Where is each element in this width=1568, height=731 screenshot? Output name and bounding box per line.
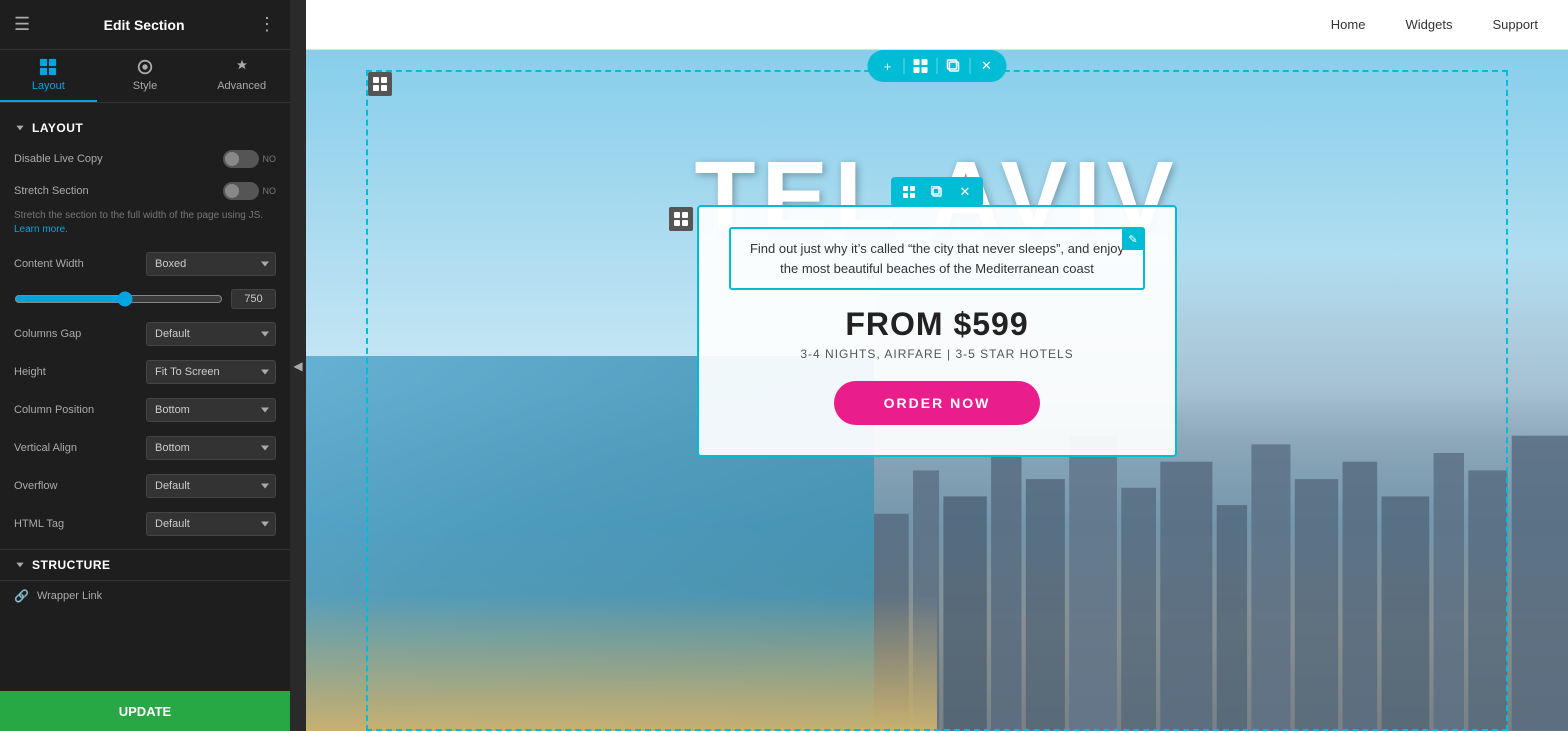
structure-section-header[interactable]: Structure: [0, 550, 290, 580]
layout-section-header[interactable]: Layout: [0, 113, 290, 143]
content-width-select[interactable]: Boxed Full Width: [146, 252, 276, 276]
structure-section: Structure: [0, 549, 290, 580]
disable-live-copy-label: Disable Live Copy: [14, 153, 215, 165]
columns-gap-select[interactable]: Default No Gap Narrow Extended: [146, 322, 276, 346]
tab-advanced[interactable]: Advanced: [193, 50, 290, 102]
grid-menu-icon[interactable]: ⋮: [258, 14, 276, 35]
panel-header: ☰ Edit Section ⋮: [0, 0, 290, 50]
html-tag-label: HTML Tag: [14, 518, 138, 530]
height-row: Height Fit To Screen Default Min Height …: [0, 353, 290, 391]
stretch-section-toggle[interactable]: [223, 182, 259, 200]
vertical-align-row: Vertical Align Bottom Top Middle: [0, 429, 290, 467]
vertical-align-label: Vertical Align: [14, 442, 138, 454]
canvas-wrapper: + ✕ TEL AVIV: [306, 50, 1568, 731]
html-tag-row: HTML Tag Default div section header foot…: [0, 505, 290, 543]
width-slider[interactable]: [14, 291, 223, 307]
disable-live-copy-control: NO: [223, 150, 277, 168]
overflow-row: Overflow Default Hidden: [0, 467, 290, 505]
content-width-select-wrap: Boxed Full Width: [146, 252, 276, 276]
inner-column-box: ✕ ✎ Find out just why it’s called “the c…: [697, 205, 1177, 457]
section-add-button[interactable]: +: [876, 54, 900, 78]
nav-home[interactable]: Home: [1331, 17, 1366, 32]
sub-text: 3-4 NIGHTS, AIRFARE | 3-5 STAR HOTELS: [729, 347, 1145, 361]
tab-advanced-label: Advanced: [217, 80, 266, 92]
section-position-icon[interactable]: [368, 72, 392, 96]
height-select-wrap: Fit To Screen Default Min Height Full Sc…: [146, 360, 276, 384]
stretch-hint: Stretch the section to the full width of…: [0, 207, 290, 245]
order-button[interactable]: ORDER NOW: [834, 381, 1041, 425]
content-width-label: Content Width: [14, 258, 138, 270]
width-slider-row: 750: [0, 283, 290, 315]
disable-live-copy-row: Disable Live Copy NO: [0, 143, 290, 175]
text-widget-edit-button[interactable]: ✎: [1122, 228, 1144, 250]
toolbar-divider-2: [937, 58, 938, 74]
wrapper-link-label: Wrapper Link: [37, 590, 276, 602]
column-position-icon[interactable]: [669, 207, 693, 231]
height-select[interactable]: Fit To Screen Default Min Height Full Sc…: [146, 360, 276, 384]
height-label: Height: [14, 366, 138, 378]
layout-section-label: Layout: [32, 121, 83, 135]
disable-live-copy-toggle[interactable]: [223, 150, 259, 168]
update-button[interactable]: UPDATE: [0, 691, 290, 731]
columns-gap-select-wrap: Default No Gap Narrow Extended: [146, 322, 276, 346]
column-position-label: Column Position: [14, 404, 138, 416]
column-close-button[interactable]: ✕: [953, 180, 977, 204]
column-toolbar: ✕: [891, 177, 983, 207]
html-tag-select[interactable]: Default div section header footer: [146, 512, 276, 536]
stretch-section-label: Stretch Section: [14, 185, 215, 197]
nav-support[interactable]: Support: [1492, 17, 1538, 32]
section-close-button[interactable]: ✕: [975, 54, 999, 78]
columns-gap-row: Columns Gap Default No Gap Narrow Extend…: [0, 315, 290, 353]
stretch-section-toggle-label: NO: [263, 186, 277, 196]
overflow-select[interactable]: Default Hidden: [146, 474, 276, 498]
canvas-area: Home Widgets Support: [306, 0, 1568, 731]
overflow-select-wrap: Default Hidden: [146, 474, 276, 498]
stretch-section-row: Stretch Section NO: [0, 175, 290, 207]
column-position-select-wrap: Bottom Top Middle: [146, 398, 276, 422]
tab-layout-label: Layout: [32, 80, 65, 92]
overflow-label: Overflow: [14, 480, 138, 492]
panel-title: Edit Section: [104, 17, 185, 33]
section-grid-button[interactable]: [909, 54, 933, 78]
section-copy-button[interactable]: [942, 54, 966, 78]
columns-gap-label: Columns Gap: [14, 328, 138, 340]
toolbar-divider-3: [970, 58, 971, 74]
column-copy-button[interactable]: [925, 180, 949, 204]
learn-more-link[interactable]: Learn more.: [14, 224, 68, 235]
vertical-align-select-wrap: Bottom Top Middle: [146, 436, 276, 460]
tab-style[interactable]: Style: [97, 50, 194, 102]
width-slider-wrap: [14, 291, 223, 307]
panel-tabs: Layout Style Advanced: [0, 50, 290, 103]
tab-layout[interactable]: Layout: [0, 50, 97, 102]
html-tag-select-wrap: Default div section header footer: [146, 512, 276, 536]
hamburger-icon[interactable]: ☰: [14, 14, 30, 35]
vertical-align-select[interactable]: Bottom Top Middle: [146, 436, 276, 460]
left-panel: ☰ Edit Section ⋮ Layout Style Advanced L…: [0, 0, 290, 731]
tab-style-label: Style: [133, 80, 157, 92]
link-icon: 🔗: [14, 589, 29, 603]
nav-widgets[interactable]: Widgets: [1405, 17, 1452, 32]
column-position-row: Column Position Bottom Top Middle: [0, 391, 290, 429]
content-width-row: Content Width Boxed Full Width: [0, 245, 290, 283]
disable-live-copy-toggle-label: NO: [263, 154, 277, 164]
structure-section-label: Structure: [32, 558, 111, 572]
toolbar-divider-1: [904, 58, 905, 74]
text-widget: ✎ Find out just why it’s called “the cit…: [729, 227, 1145, 290]
column-position-select[interactable]: Bottom Top Middle: [146, 398, 276, 422]
section-toolbar: + ✕: [868, 50, 1007, 82]
top-nav: Home Widgets Support: [306, 0, 1568, 50]
description-text: Find out just why it’s called “the city …: [743, 239, 1131, 278]
panel-content: Layout Disable Live Copy NO Stretch Sect…: [0, 103, 290, 691]
wrapper-link-row: 🔗 Wrapper Link: [0, 580, 290, 611]
column-grid-button[interactable]: [897, 180, 921, 204]
price-text: FROM $599: [729, 306, 1145, 343]
collapse-handle[interactable]: ◀: [290, 0, 306, 731]
stretch-section-control: NO: [223, 182, 277, 200]
width-value-input[interactable]: 750: [231, 289, 276, 309]
update-button-label: UPDATE: [119, 704, 171, 719]
